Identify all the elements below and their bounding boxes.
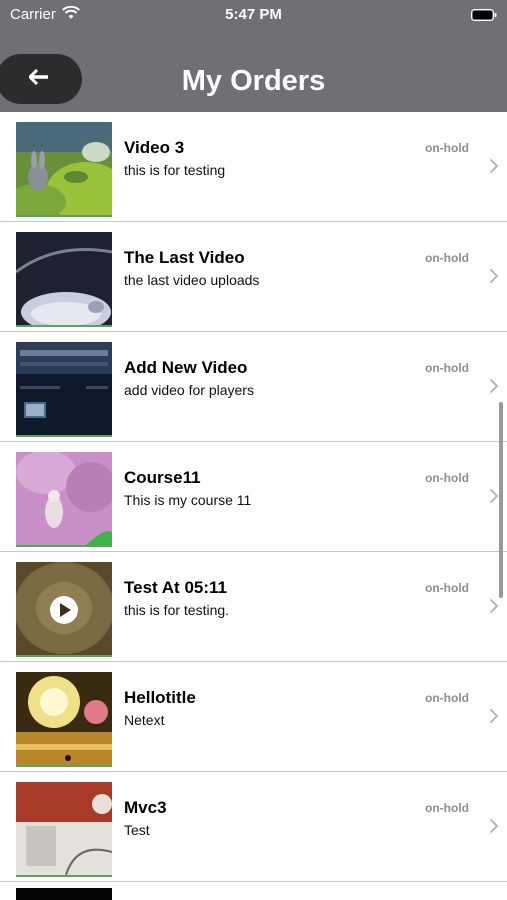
row-divider — [0, 881, 507, 882]
order-row[interactable]: Course11 This is my course 11 on-hold — [0, 442, 507, 552]
chevron-right-icon — [489, 268, 499, 284]
order-thumbnail — [16, 562, 112, 657]
order-thumbnail — [16, 782, 112, 877]
order-thumbnail — [16, 672, 112, 767]
battery-icon — [471, 8, 497, 21]
chevron-right-icon — [489, 598, 499, 614]
status-badge: on-hold — [425, 801, 469, 815]
order-title: Mvc3 — [124, 798, 167, 817]
order-title: Course11 — [124, 468, 201, 487]
order-row[interactable]: Mvc3 Test on-hold — [0, 772, 507, 882]
order-row[interactable]: Test At 05:11 this is for testing. on-ho… — [0, 552, 507, 662]
order-subtitle: Netext — [124, 712, 165, 728]
clock-label: 5:47 PM — [225, 6, 282, 23]
order-thumbnail — [16, 232, 112, 327]
order-subtitle: add video for players — [124, 382, 254, 398]
chevron-right-icon — [489, 378, 499, 394]
scrollbar[interactable] — [499, 402, 503, 598]
order-thumbnail — [16, 342, 112, 437]
status-badge: on-hold — [425, 251, 469, 265]
order-row[interactable]: The Last Video the last video uploads on… — [0, 222, 507, 332]
order-title: Video 3 — [124, 138, 185, 157]
status-badge: on-hold — [425, 581, 469, 595]
order-subtitle: this is for testing. — [124, 602, 230, 618]
navigation-bar: My Orders — [0, 30, 507, 112]
order-thumbnail-partial — [16, 888, 112, 900]
chevron-right-icon — [489, 708, 499, 724]
order-row[interactable]: Hellotitle Netext on-hold — [0, 662, 507, 772]
status-badge: on-hold — [425, 471, 469, 485]
order-subtitle: This is my course 11 — [124, 492, 252, 508]
status-bar: Carrier 5:47 PM — [0, 0, 507, 30]
order-row[interactable]: Add New Video add video for players on-h… — [0, 332, 507, 442]
order-title: The Last Video — [124, 248, 245, 267]
order-subtitle: the last video uploads — [124, 272, 260, 288]
chevron-right-icon — [489, 818, 499, 834]
order-title: Add New Video — [124, 358, 248, 377]
order-subtitle: this is for testing — [124, 162, 226, 178]
order-subtitle: Test — [124, 822, 150, 838]
status-badge: on-hold — [425, 141, 469, 155]
chevron-right-icon — [489, 158, 499, 174]
page-title: My Orders — [181, 65, 326, 97]
status-badge: on-hold — [425, 361, 469, 375]
order-title: Test At 05:11 — [124, 578, 227, 597]
order-thumbnail — [16, 452, 112, 547]
order-row[interactable]: Video 3 this is for testing on-hold — [0, 112, 507, 222]
order-thumbnail — [16, 122, 112, 217]
status-badge: on-hold — [425, 691, 469, 705]
chevron-right-icon — [489, 488, 499, 504]
order-title: Hellotitle — [124, 688, 196, 707]
